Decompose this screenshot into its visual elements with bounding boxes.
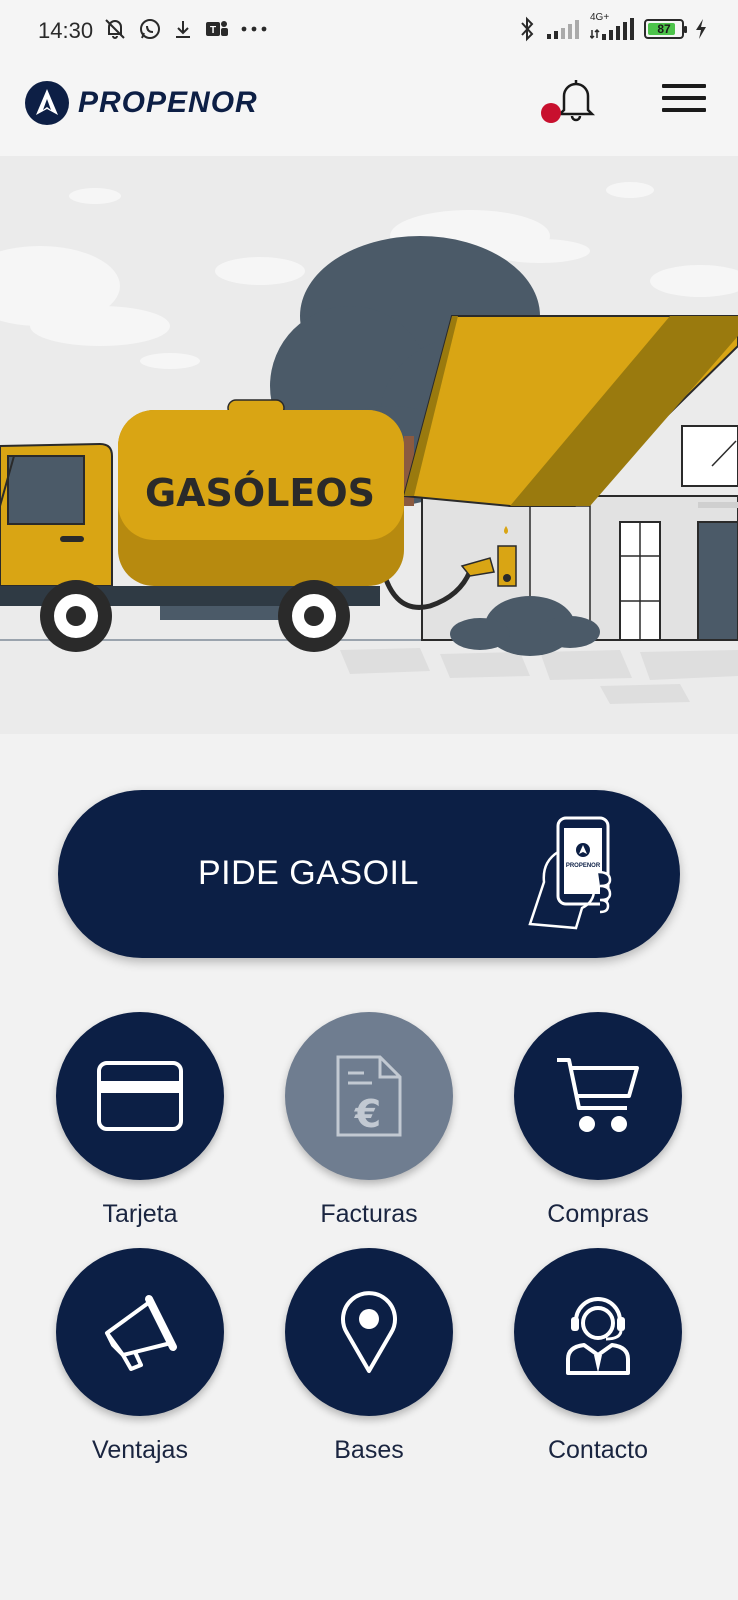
tarjeta-label: Tarjeta <box>102 1200 178 1228</box>
fuel-truck-illustration: GASÓLEOS <box>0 156 738 734</box>
phone-brand-label: PROPENOR <box>566 863 601 869</box>
signal-strong-icon <box>590 18 634 40</box>
invoice-euro-icon: € <box>336 1055 402 1137</box>
bluetooth-icon <box>521 16 534 42</box>
tile-contacto[interactable]: Contacto <box>483 1248 713 1465</box>
whatsapp-icon <box>140 19 160 39</box>
battery-indicator: 87 <box>644 19 687 39</box>
facturas-circle: € <box>285 1012 453 1180</box>
megaphone-icon <box>105 1295 177 1371</box>
ventajas-circle <box>56 1248 224 1416</box>
bases-circle <box>285 1248 453 1416</box>
svg-text:€: € <box>354 1092 381 1136</box>
order-diesel-button[interactable]: PIDE GASOIL PROPENOR <box>58 790 680 958</box>
ventajas-label: Ventajas <box>92 1436 188 1464</box>
truck-tank-label: GASÓLEOS <box>145 471 375 515</box>
compras-label: Compras <box>547 1200 649 1228</box>
download-icon <box>176 21 190 38</box>
credit-card-icon <box>97 1061 183 1131</box>
brand-logo[interactable]: PROPENOR <box>24 80 258 126</box>
order-diesel-label: PIDE GASOIL <box>198 854 419 892</box>
signal-weak-icon <box>547 20 579 39</box>
tile-facturas[interactable]: € Facturas <box>254 1012 484 1229</box>
facturas-label: Facturas <box>320 1200 418 1228</box>
map-pin-icon <box>341 1291 397 1373</box>
compras-circle <box>514 1012 682 1180</box>
app-header: PROPENOR <box>0 62 738 156</box>
hamburger-icon <box>662 84 706 112</box>
svg-text:T: T <box>210 25 216 36</box>
charging-icon <box>696 19 706 39</box>
support-agent-icon <box>566 1297 630 1375</box>
hero-illustration: GASÓLEOS <box>0 156 738 734</box>
status-notification-icons: T <box>102 16 268 42</box>
tile-bases[interactable]: Bases <box>254 1248 484 1465</box>
contacto-label: Contacto <box>547 1436 649 1464</box>
tile-compras[interactable]: Compras <box>483 1012 713 1229</box>
contacto-circle <box>514 1248 682 1416</box>
tile-ventajas[interactable]: Ventajas <box>25 1248 255 1465</box>
phone-in-hand-icon: PROPENOR <box>528 816 612 930</box>
hamburger-menu-button[interactable] <box>662 80 706 116</box>
muted-bell-icon <box>105 19 125 39</box>
shopping-cart-icon <box>557 1058 639 1132</box>
status-system-icons: 4G+ 87 <box>518 12 708 42</box>
notification-dot <box>541 103 561 123</box>
bases-label: Bases <box>334 1436 404 1464</box>
tile-tarjeta[interactable]: Tarjeta <box>25 1012 255 1229</box>
notifications-button[interactable] <box>541 72 604 128</box>
status-time: 14:30 <box>38 18 94 43</box>
propenor-logo-icon <box>25 81 69 125</box>
teams-icon: T <box>206 21 228 36</box>
more-notifications-icon <box>241 26 267 32</box>
status-bar: 14:30 T 4G+ 87 <box>0 0 738 62</box>
brand-name: PROPENOR <box>78 86 258 119</box>
battery-level: 87 <box>657 22 671 36</box>
signal-4g-group: 4G+ <box>590 12 634 42</box>
tarjeta-circle <box>56 1012 224 1180</box>
